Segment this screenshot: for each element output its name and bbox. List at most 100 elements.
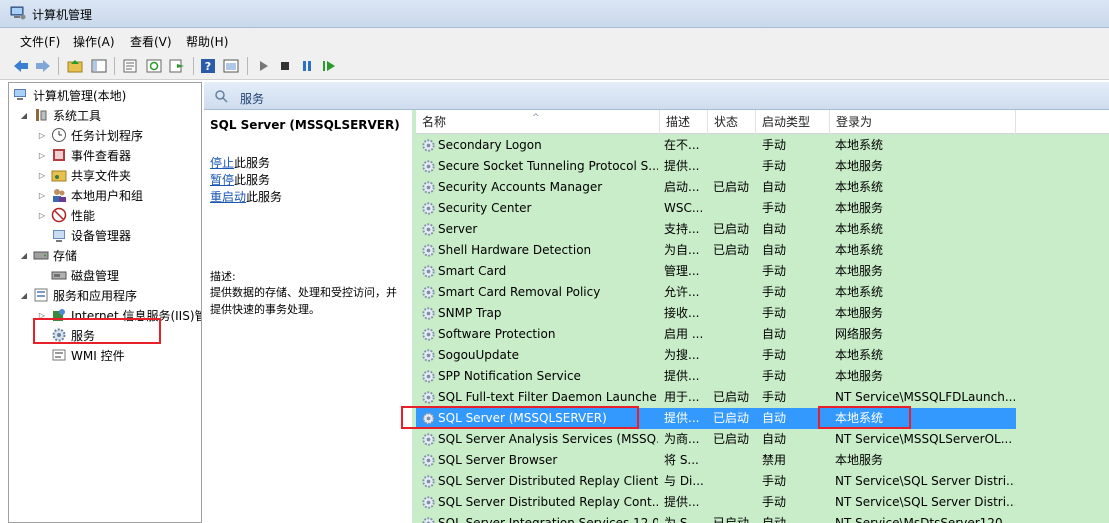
stop-service-link[interactable]: 停止 <box>210 156 234 170</box>
service-logon-as: 网络服务 <box>835 327 884 341</box>
performance-icon <box>51 207 67 223</box>
service-row[interactable]: Smart Card Removal Policy 允许... 手动 本地系统 <box>416 282 1016 303</box>
view-icon[interactable] <box>222 57 240 75</box>
service-row[interactable]: SQL Server Distributed Replay Client 与 Di… <box>416 471 1016 492</box>
tree-system-tools-label: 系统工具 <box>53 108 102 123</box>
service-gear-icon <box>422 202 435 215</box>
tree-disk-management[interactable]: 磁盘管理 <box>51 265 119 285</box>
service-description: 管理... <box>664 264 700 278</box>
service-status <box>713 135 755 156</box>
service-row[interactable]: SQL Server Browser 将 S... 禁用 本地服务 <box>416 450 1016 471</box>
tree-storage-label: 存储 <box>53 248 78 263</box>
service-row[interactable]: Secondary Logon 在不... 手动 本地系统 <box>416 135 1016 156</box>
help-icon[interactable]: ? <box>199 57 217 75</box>
forward-icon[interactable] <box>34 57 52 75</box>
service-name: Security Center <box>438 201 532 215</box>
expanded-arrow-icon[interactable]: ◢ <box>19 251 29 260</box>
up-folder-icon[interactable] <box>66 57 84 75</box>
toolbar: ? <box>0 52 1109 80</box>
service-gear-icon <box>422 181 435 194</box>
service-logon-as: 本地系统 <box>835 348 884 362</box>
tree-task-scheduler[interactable]: ▷ 任务计划程序 <box>37 125 143 145</box>
service-row[interactable]: SQL Server Integration Services 12.0 为 S.… <box>416 513 1016 523</box>
tree-event-viewer[interactable]: ▷ 事件查看器 <box>37 145 131 165</box>
service-gear-icon <box>422 286 435 299</box>
stop-icon[interactable] <box>276 57 294 75</box>
tree-performance[interactable]: ▷ 性能 <box>37 205 95 225</box>
service-logon-as: 本地服务 <box>835 201 884 215</box>
column-name-label: 名称 <box>422 115 447 129</box>
tree-root[interactable]: 计算机管理(本地) <box>13 85 126 105</box>
restart-action: 重启动此服务 <box>210 188 282 205</box>
tree-device-manager[interactable]: 设备管理器 <box>51 225 131 245</box>
service-logon-as: 本地系统 <box>835 180 884 194</box>
restart-service-link[interactable]: 重启动 <box>210 190 246 204</box>
service-gear-icon <box>422 307 435 320</box>
service-row[interactable]: SQL Full-text Filter Daemon Launche... 用于… <box>416 387 1016 408</box>
menu-help[interactable]: 帮助(H) <box>186 33 228 50</box>
collapsed-arrow-icon[interactable]: ▷ <box>37 191 47 200</box>
service-row[interactable]: SPP Notification Service 提供... 手动 本地服务 <box>416 366 1016 387</box>
services-annotation-box <box>33 318 161 344</box>
collapsed-arrow-icon[interactable]: ▷ <box>37 211 47 220</box>
tree-shared-folders[interactable]: ▷ 共享文件夹 <box>37 165 131 185</box>
service-status <box>713 282 755 303</box>
service-status <box>713 156 755 177</box>
service-row[interactable]: Secure Socket Tunneling Protocol S... 提供.… <box>416 156 1016 177</box>
service-gear-icon <box>422 454 435 467</box>
start-icon[interactable] <box>254 57 272 75</box>
tree-storage[interactable]: ◢ 存储 <box>19 245 77 265</box>
tree-wmi[interactable]: WMI 控件 <box>51 345 125 365</box>
collapsed-arrow-icon[interactable]: ▷ <box>37 151 47 160</box>
restart-icon[interactable] <box>320 57 338 75</box>
tree-performance-label: 性能 <box>71 208 96 223</box>
service-row[interactable]: Server 支持... 已启动 自动 本地系统 <box>416 219 1016 240</box>
tree-system-tools[interactable]: ◢ 系统工具 <box>19 105 101 125</box>
users-icon <box>53 189 66 202</box>
service-description: 为商... <box>664 432 700 446</box>
menu-action[interactable]: 操作(A) <box>73 33 115 50</box>
show-tree-icon[interactable] <box>90 57 108 75</box>
collapsed-arrow-icon[interactable]: ▷ <box>37 131 47 140</box>
menu-file[interactable]: 文件(F) <box>20 33 60 50</box>
collapsed-arrow-icon[interactable]: ▷ <box>37 171 47 180</box>
column-description[interactable]: 描述 <box>660 110 708 134</box>
column-startup-type[interactable]: 启动类型 <box>756 110 830 134</box>
service-row[interactable]: SQL Server Analysis Services (MSSQ... 为商.… <box>416 429 1016 450</box>
selected-service-name: SQL Server (MSSQLSERVER) <box>210 118 400 132</box>
menu-view[interactable]: 查看(V) <box>130 33 172 50</box>
service-name: SNMP Trap <box>438 306 502 320</box>
service-row[interactable]: Software Protection 启用 ... 自动 网络服务 <box>416 324 1016 345</box>
service-status: 已启动 <box>713 222 750 236</box>
menu-bar: 文件(F) 操作(A) 查看(V) 帮助(H) <box>0 28 1109 52</box>
service-logon-as: NT Service\MSSQLServerOL... <box>835 432 1013 446</box>
expanded-arrow-icon[interactable]: ◢ <box>19 111 29 120</box>
tree-services-apps[interactable]: ◢ 服务和应用程序 <box>19 285 137 305</box>
service-logon-as: NT Service\MsDtsServer120 <box>835 516 1003 523</box>
service-row[interactable]: Security Center WSC... 手动 本地服务 <box>416 198 1016 219</box>
pause-icon[interactable] <box>298 57 316 75</box>
service-description: 支持... <box>664 222 700 236</box>
column-status[interactable]: 状态 <box>708 110 756 134</box>
refresh-icon[interactable] <box>145 57 163 75</box>
service-row[interactable]: SNMP Trap 接收... 手动 本地服务 <box>416 303 1016 324</box>
service-row[interactable]: Shell Hardware Detection 为自... 已启动 自动 本地系统 <box>416 240 1016 261</box>
expanded-arrow-icon[interactable]: ◢ <box>19 291 29 300</box>
service-row[interactable]: SogouUpdate 为搜... 手动 本地系统 <box>416 345 1016 366</box>
column-name[interactable]: 名称 ^ <box>416 110 660 134</box>
back-icon[interactable] <box>12 57 30 75</box>
service-status <box>713 303 755 324</box>
service-row[interactable]: Security Accounts Manager 启动... 已启动 自动 本地系统 <box>416 177 1016 198</box>
service-row[interactable]: SQL Server Distributed Replay Cont... 提供.… <box>416 492 1016 513</box>
service-description: 提供... <box>664 159 700 173</box>
pause-service-link[interactable]: 暂停 <box>210 173 234 187</box>
service-status <box>713 450 755 471</box>
column-logon-as[interactable]: 登录为 <box>830 110 1016 134</box>
tree-root-label: 计算机管理(本地) <box>33 88 127 103</box>
service-name: SQL Server Browser <box>438 453 558 467</box>
export-icon[interactable] <box>168 57 186 75</box>
service-row[interactable]: Smart Card 管理... 手动 本地服务 <box>416 261 1016 282</box>
svg-text:?: ? <box>205 60 211 73</box>
tree-local-users[interactable]: ▷ 本地用户和组 <box>37 185 143 205</box>
properties-icon[interactable] <box>121 57 139 75</box>
